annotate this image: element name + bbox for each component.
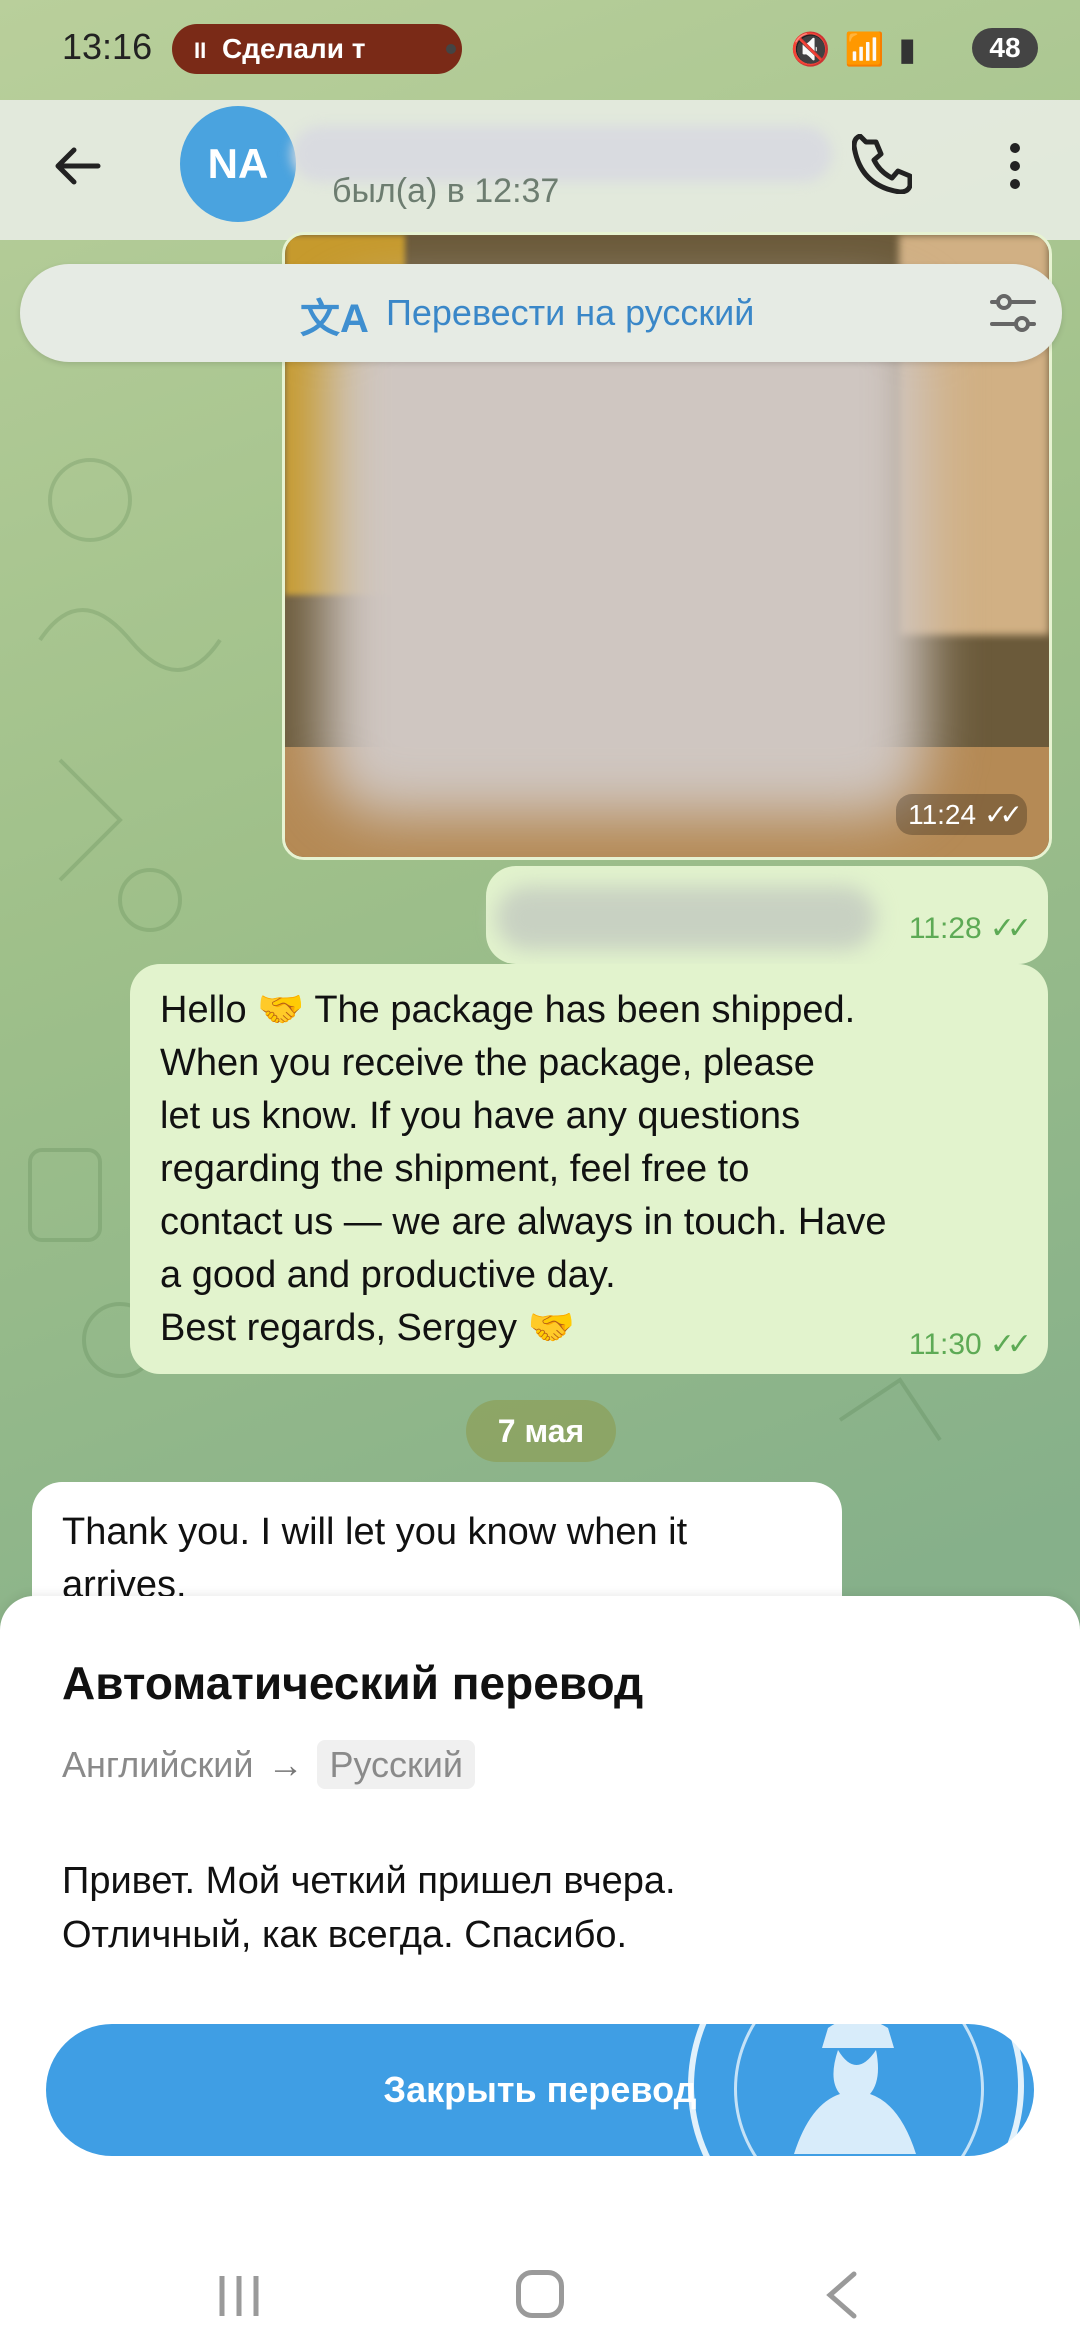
avatar[interactable]: NA <box>180 106 296 222</box>
photo-time: 11:24 <box>908 799 977 830</box>
battery-icon: 48 <box>972 28 1038 68</box>
message-time: 11:30 <box>908 1328 982 1361</box>
status-time: 13:16 <box>62 26 153 67</box>
outgoing-message-blurred[interactable]: 11:28 ✓✓ <box>486 866 1048 964</box>
stamp-figure <box>794 2018 916 2154</box>
watermark-stamp <box>688 1918 1024 2254</box>
home-icon[interactable] <box>516 2270 564 2318</box>
photo-blurred-region <box>325 295 925 815</box>
photo-timestamp: 11:24 ✓✓ <box>896 794 1027 835</box>
source-language: Английский <box>62 1744 254 1785</box>
sheet-title: Автоматический перевод <box>62 1657 644 1709</box>
message-meta: 11:28 ✓✓ <box>908 911 1032 946</box>
recent-apps-icon[interactable] <box>214 2274 264 2318</box>
chat-header: NA был(а) в 12:37 <box>0 100 1080 240</box>
system-nav-bar <box>0 2240 1080 2340</box>
arrow-right-icon: → <box>267 1744 304 1785</box>
date-chip: 7 мая <box>466 1400 616 1462</box>
last-seen: был(а) в 12:37 <box>332 172 560 210</box>
message-meta: 11:30 ✓✓ <box>908 1327 1032 1362</box>
nav-back-icon[interactable] <box>822 2270 862 2320</box>
status-icons: 🔇📶▮ <box>791 30 930 68</box>
translate-label: Перевести на русский <box>386 292 755 333</box>
more-options-icon[interactable] <box>1000 136 1030 196</box>
language-row: Английский → Русский <box>62 1740 476 1789</box>
phone-call-icon[interactable] <box>852 134 912 194</box>
status-bar: 13:16 II Сделали т 🔇📶▮ 48 <box>0 0 1080 100</box>
outgoing-message-shipment[interactable]: Hello 🤝 The package has been shipped. Wh… <box>130 964 1048 1374</box>
wifi-icon: 📶 <box>844 31 899 67</box>
translate-settings-icon[interactable] <box>988 288 1038 338</box>
recording-pill[interactable]: II Сделали т <box>172 24 462 74</box>
target-language[interactable]: Русский <box>317 1740 476 1789</box>
message-text: Hello 🤝 The package has been shipped. Wh… <box>160 989 887 1349</box>
read-checks-icon: ✓✓ <box>989 1328 1032 1361</box>
translate-icon: 文A <box>300 297 369 341</box>
read-checks-icon: ✓✓ <box>989 912 1032 945</box>
read-checks-icon: ✓✓ <box>984 799 1023 830</box>
back-arrow-icon[interactable] <box>48 136 108 196</box>
notification-dot <box>446 44 456 54</box>
blurred-text <box>496 886 876 950</box>
signal-icon: ▮ <box>898 31 930 67</box>
mute-icon: 🔇 <box>790 31 845 67</box>
pause-icon: II <box>194 38 207 63</box>
message-time: 11:28 <box>908 912 982 945</box>
pill-text: Сделали т <box>222 33 366 64</box>
translate-bar[interactable]: 文A Перевести на русский <box>20 264 1062 362</box>
